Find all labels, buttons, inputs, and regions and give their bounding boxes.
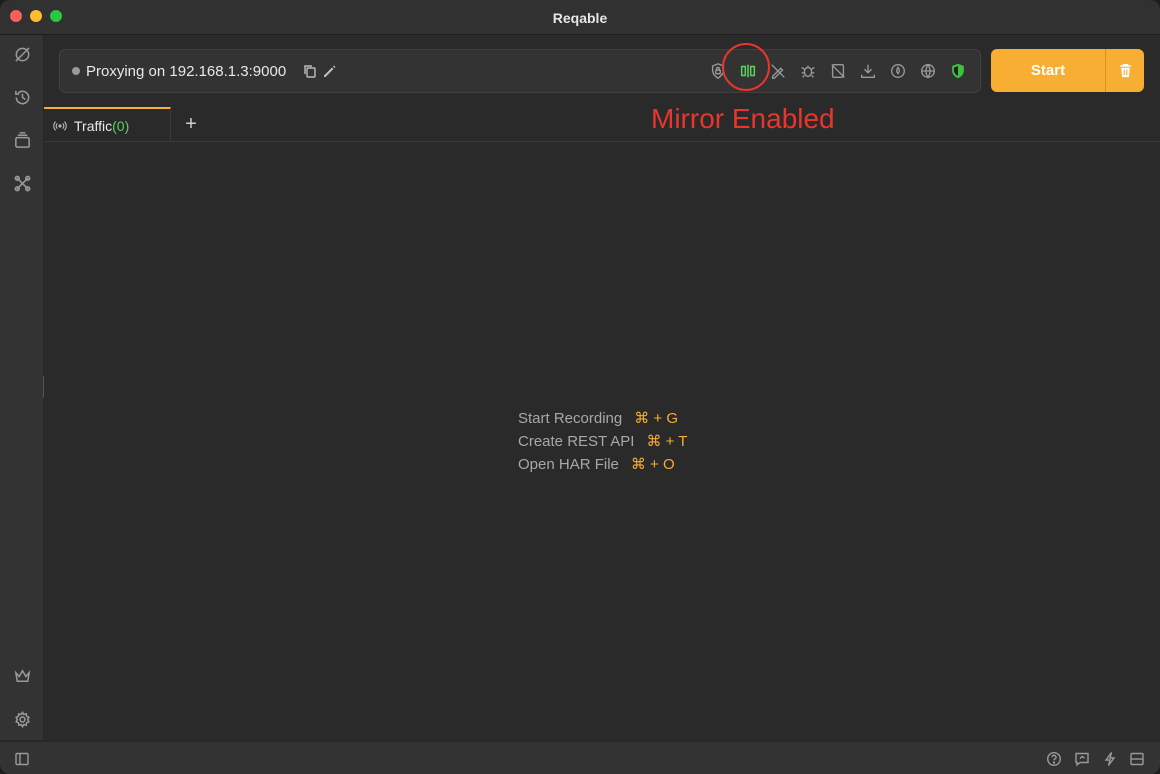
- status-bar: [0, 741, 1160, 774]
- add-tab-button[interactable]: +: [180, 113, 202, 135]
- title-bar: Reqable: [0, 0, 1160, 35]
- rewrite-icon[interactable]: [768, 61, 788, 81]
- download-icon[interactable]: [858, 61, 878, 81]
- main-panel: Proxying on 192.168.1.3:9000 Start Traff…: [44, 35, 1160, 740]
- app-window: Reqable Proxying on 192.168.1.3:9000 Sta…: [0, 0, 1160, 774]
- trash-icon: [1119, 63, 1131, 78]
- tab-traffic-label: Traffic(0): [74, 118, 129, 134]
- toggle-sidebar-icon[interactable]: [13, 750, 31, 768]
- clear-button[interactable]: [1106, 49, 1144, 92]
- tab-traffic-count: (0): [112, 118, 130, 134]
- crown-icon[interactable]: [11, 665, 33, 687]
- shortcut-start-recording[interactable]: Start Recording ⌘ + G: [518, 409, 687, 432]
- broadcast-icon: [53, 121, 67, 131]
- shortcut-key: ⌘ + G: [634, 410, 678, 427]
- sidebar: [0, 35, 44, 740]
- shortcut-label: Open HAR File: [518, 456, 619, 473]
- tab-traffic-name: Traffic: [74, 118, 113, 134]
- shortcut-list: Start Recording ⌘ + G Create REST API ⌘ + …: [518, 409, 687, 478]
- block-icon[interactable]: [828, 61, 848, 81]
- proxy-status-bar: Proxying on 192.168.1.3:9000: [59, 49, 981, 93]
- shortcut-create-rest-api[interactable]: Create REST API ⌘ + T: [518, 432, 687, 455]
- annotation-circle: [722, 43, 770, 91]
- feedback-icon[interactable]: [1073, 750, 1091, 768]
- start-button[interactable]: Start: [991, 49, 1105, 92]
- proxy-status-text: Proxying on 192.168.1.3:9000: [86, 63, 287, 80]
- shortcut-open-har-file[interactable]: Open HAR File ⌘ + O: [518, 455, 687, 478]
- history-icon[interactable]: [11, 86, 33, 108]
- edit-icon[interactable]: [322, 63, 338, 79]
- shield-icon[interactable]: [948, 61, 968, 81]
- tab-traffic[interactable]: Traffic(0): [44, 107, 171, 141]
- gateway-icon[interactable]: [888, 61, 908, 81]
- status-dot: [72, 67, 80, 75]
- shortcut-key: ⌘ + T: [646, 433, 688, 450]
- annotation-label: Mirror Enabled: [651, 103, 835, 134]
- copy-icon[interactable]: [302, 63, 318, 79]
- shortcut-key: ⌘ + O: [630, 456, 675, 473]
- breakpoint-icon[interactable]: [798, 61, 818, 81]
- gear-icon[interactable]: [11, 708, 33, 730]
- lightning-icon[interactable]: [1101, 750, 1119, 768]
- shortcut-label: Create REST API: [518, 433, 635, 450]
- tab-bar: Traffic(0) +: [44, 107, 1160, 142]
- shortcut-label: Start Recording: [518, 410, 623, 427]
- tools-icon[interactable]: [11, 172, 33, 194]
- layout-icon[interactable]: [1128, 750, 1146, 768]
- window-title: Reqable: [552, 10, 608, 26]
- network-icon[interactable]: [918, 61, 938, 81]
- help-icon[interactable]: [1045, 750, 1063, 768]
- collections-icon[interactable]: [11, 129, 33, 151]
- compass-icon[interactable]: [11, 43, 33, 65]
